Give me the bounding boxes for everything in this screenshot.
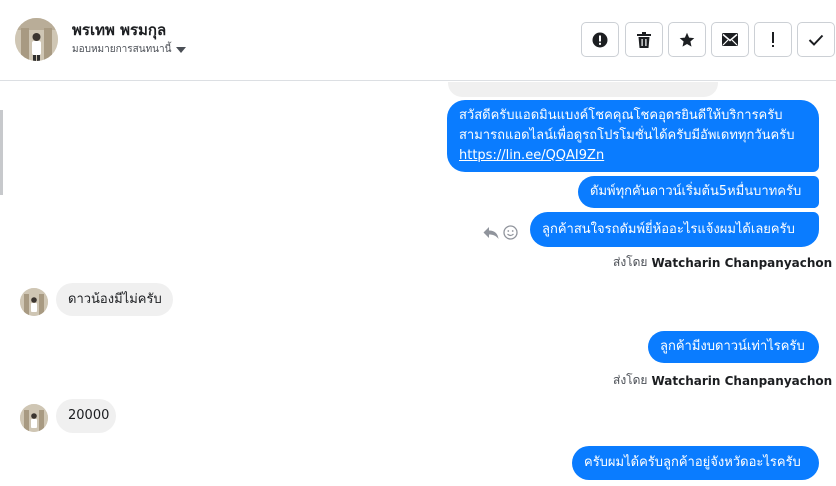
sent-by-prefix: ส่งโดย	[613, 255, 648, 269]
alert-circle-icon	[592, 32, 608, 48]
message-link[interactable]: https://lin.ee/QQAI9Zn	[459, 148, 604, 163]
message-text: สวัสดีครับแอดมินแบงค์โชคคุณโชคอุดรยินดีใ…	[459, 108, 783, 123]
reply-icon[interactable]	[483, 225, 499, 244]
checkmark-icon	[808, 34, 824, 46]
star-button[interactable]	[668, 22, 706, 57]
message-hover-tools	[483, 225, 518, 244]
trash-icon	[637, 31, 651, 48]
contact-avatar-small[interactable]	[20, 404, 48, 432]
done-button[interactable]	[797, 22, 835, 57]
scrollbar[interactable]	[0, 110, 3, 195]
star-icon	[679, 32, 695, 48]
conversation-header: พรเทพ พรมกุล มอบหมายการสนทนานี้	[0, 0, 836, 81]
incoming-message-bubble[interactable]: ดาวน้องมีไม่ครับ	[56, 283, 173, 316]
mark-unread-button[interactable]	[711, 22, 749, 57]
sent-by-prefix: ส่งโดย	[613, 373, 648, 387]
message-text: ลูกค้ามีงบดาวน์เท่าไรครับ	[660, 339, 805, 354]
outgoing-message-bubble[interactable]: ลูกค้าสนใจรถดัมพ์ยี่ห้ออะไรแจ้งผมได้เลยค…	[530, 212, 819, 247]
contact-name[interactable]: พรเทพ พรมกุล	[72, 18, 166, 42]
delete-button[interactable]	[625, 22, 663, 57]
assign-label: มอบหมายการสนทนานี้	[72, 44, 172, 55]
exclamation-icon	[771, 31, 775, 48]
envelope-icon	[722, 33, 738, 46]
incoming-message-bubble[interactable]: 20000	[56, 399, 116, 433]
message-text: ดาวน้องมีไม่ครับ	[68, 292, 162, 307]
message-text: ลูกค้าสนใจรถดัมพ์ยี่ห้ออะไรแจ้งผมได้เลยค…	[542, 222, 795, 237]
previous-message-bubble	[448, 82, 718, 97]
outgoing-message-bubble[interactable]: ดัมพ์ทุกคันดาวน์เริ่มต้น5หมื่นบาทครับ	[578, 176, 819, 208]
agent-name[interactable]: Watcharin Chanpanyachon	[651, 374, 832, 388]
agent-name[interactable]: Watcharin Chanpanyachon	[651, 256, 832, 270]
outgoing-message-bubble[interactable]: ครับผมได้ครับลูกค้าอยู่จังหวัดอะไรครับ	[572, 446, 819, 480]
contact-avatar-small[interactable]	[20, 288, 48, 316]
reaction-smiley-icon[interactable]	[503, 225, 518, 244]
follow-up-button[interactable]	[754, 22, 792, 57]
message-text: สามารถแอดไลน์เพื่อดูรถโปรโมชั่นได้ครับมี…	[459, 128, 795, 143]
spam-button[interactable]	[581, 22, 619, 57]
sent-by-label: ส่งโดย Watcharin Chanpanyachon ?	[613, 371, 836, 390]
chevron-down-icon	[176, 47, 187, 53]
assign-conversation-dropdown[interactable]: มอบหมายการสนทนานี้	[72, 42, 187, 57]
message-text: ครับผมได้ครับลูกค้าอยู่จังหวัดอะไรครับ	[584, 455, 801, 470]
sent-by-label: ส่งโดย Watcharin Chanpanyachon ?	[613, 253, 836, 272]
message-text: 20000	[68, 408, 110, 423]
outgoing-message-bubble[interactable]: ลูกค้ามีงบดาวน์เท่าไรครับ	[648, 331, 819, 363]
message-text: ดัมพ์ทุกคันดาวน์เริ่มต้น5หมื่นบาทครับ	[590, 184, 802, 199]
contact-avatar[interactable]	[15, 18, 58, 61]
outgoing-message-bubble[interactable]: สวัสดีครับแอดมินแบงค์โชคคุณโชคอุดรยินดีใ…	[447, 100, 819, 172]
